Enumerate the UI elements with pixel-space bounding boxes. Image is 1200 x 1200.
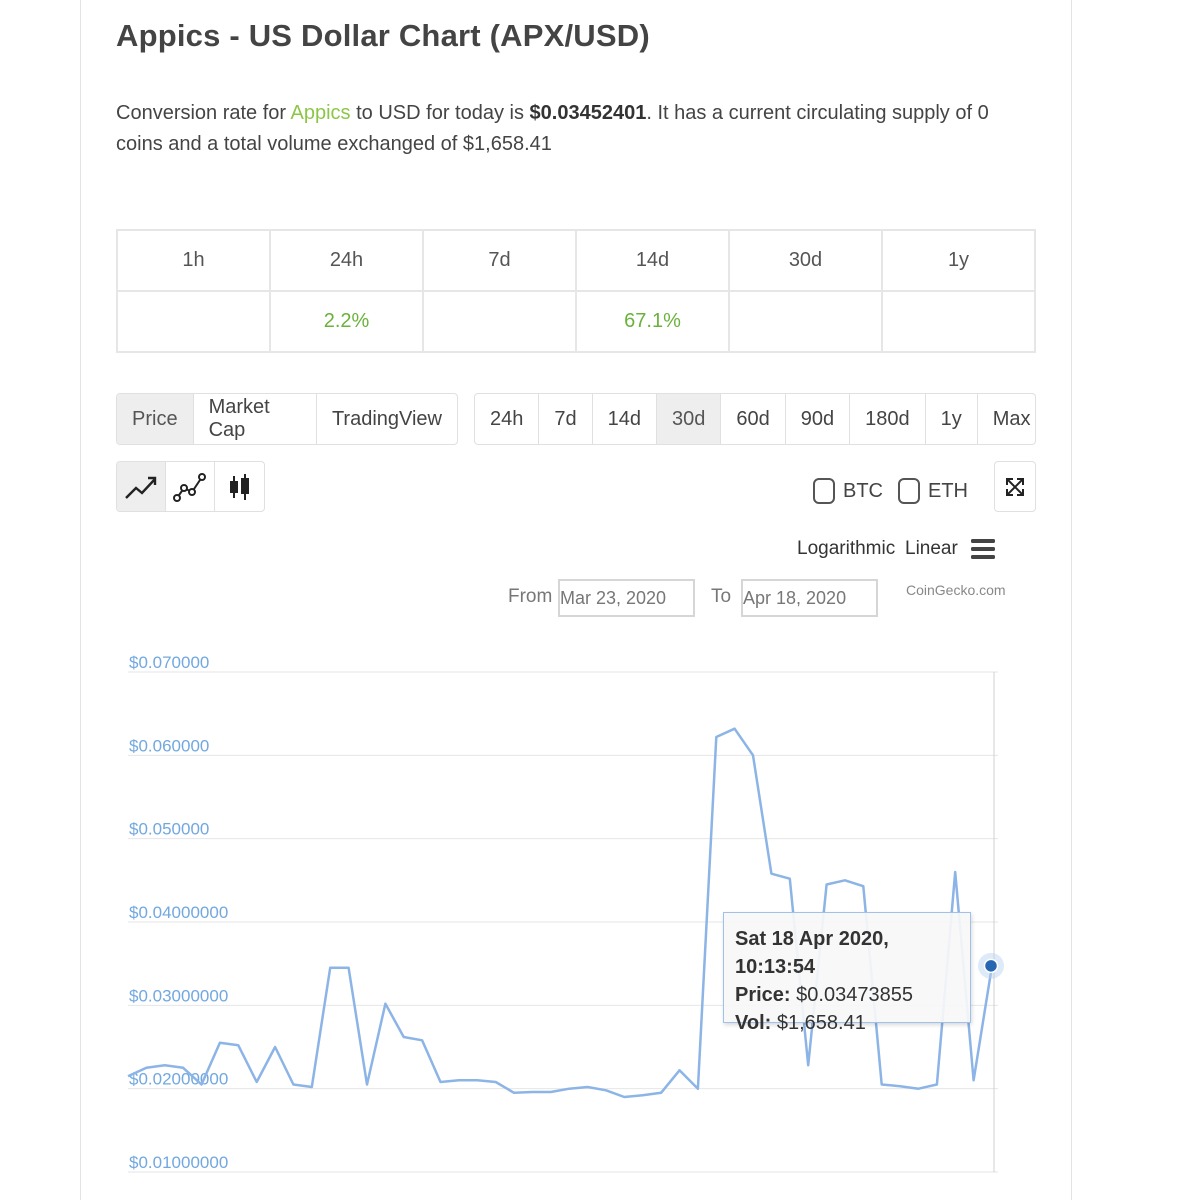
btc-checkbox[interactable] <box>813 478 835 504</box>
candlestick-icon <box>229 473 249 500</box>
y-tick-label: $0.02000000 <box>129 1070 228 1089</box>
tab-period-1y[interactable]: 1y <box>926 394 978 444</box>
y-tick-label: $0.060000 <box>129 736 209 755</box>
y-tick-label: $0.01000000 <box>129 1153 228 1172</box>
conversion-description: Conversion rate for Appics to USD for to… <box>116 102 989 155</box>
scatter-line-button[interactable] <box>166 462 215 511</box>
perf-header-1h: 1h <box>116 229 271 292</box>
y-tick-label: $0.070000 <box>129 653 209 672</box>
eth-checkbox[interactable] <box>898 478 920 504</box>
hover-point[interactable] <box>983 958 999 974</box>
expand-icon <box>1006 477 1024 496</box>
line-chart-button[interactable] <box>117 462 166 511</box>
to-date-input[interactable] <box>741 579 878 617</box>
performance-header-row: 1h 24h 7d 14d 30d 1y <box>116 229 1036 292</box>
eth-label: ETH <box>928 479 968 502</box>
period-tabs: 24h 7d 14d 30d 60d 90d 180d 1y Max <box>474 393 1036 445</box>
fullscreen-button[interactable] <box>994 461 1036 512</box>
tab-period-60d[interactable]: 60d <box>721 394 786 444</box>
tooltip-vol-label: Vol: <box>735 1012 772 1034</box>
perf-header-7d: 7d <box>422 229 577 292</box>
btc-label: BTC <box>843 479 883 502</box>
candlestick-button[interactable] <box>215 462 264 511</box>
tab-price[interactable]: Price <box>117 394 194 444</box>
tab-period-30d[interactable]: 30d <box>657 394 722 444</box>
tooltip-vol-value: $1,658.41 <box>776 1012 866 1034</box>
tab-period-max[interactable]: Max <box>978 394 1035 444</box>
from-date-input[interactable] <box>558 579 695 617</box>
tab-period-90d[interactable]: 90d <box>786 394 851 444</box>
coin-link[interactable]: Appics <box>291 102 351 124</box>
scatter-line-icon <box>173 472 206 502</box>
performance-value-row: 2.2% 67.1% <box>116 290 1036 353</box>
perf-value-7d <box>422 290 577 353</box>
tab-period-24h[interactable]: 24h <box>475 394 540 444</box>
tooltip-date: Sat 18 Apr 2020, 10:13:54 <box>735 928 889 978</box>
tooltip-price-label: Price: <box>735 984 791 1006</box>
perf-header-1y: 1y <box>881 229 1036 292</box>
perf-value-14d: 67.1% <box>575 290 730 353</box>
tab-period-7d[interactable]: 7d <box>539 394 593 444</box>
tab-tradingview[interactable]: TradingView <box>317 394 457 444</box>
linear-scale-button[interactable]: Linear <box>905 538 958 560</box>
performance-table: 1h 24h 7d 14d 30d 1y 2.2% 67.1% <box>116 229 1036 353</box>
price-chart: $0.070000 $0.060000 $0.050000 $0.04000000 $0… <box>127 653 1004 1173</box>
perf-value-1h <box>116 290 271 353</box>
perf-value-24h: 2.2% <box>269 290 424 353</box>
compare-eth[interactable]: ETH <box>898 478 968 504</box>
chart-menu-icon[interactable] <box>970 536 996 562</box>
compare-btc[interactable]: BTC <box>813 478 883 504</box>
tab-period-180d[interactable]: 180d <box>850 394 926 444</box>
y-axis-labels: $0.070000 $0.060000 $0.050000 $0.04000000 $0… <box>129 653 228 1172</box>
from-label: From <box>508 586 553 607</box>
y-tick-label: $0.03000000 <box>129 986 228 1005</box>
line-chart-icon <box>125 476 157 499</box>
chart-tooltip: Sat 18 Apr 2020, 10:13:54 Price: $0.0347… <box>723 912 971 1034</box>
tab-period-14d[interactable]: 14d <box>593 394 657 444</box>
tab-market-cap[interactable]: Market Cap <box>194 394 317 444</box>
perf-value-1y <box>881 290 1036 353</box>
page-title: Appics - US Dollar Chart (APX/USD) <box>116 18 650 53</box>
perf-header-14d: 14d <box>575 229 730 292</box>
chart-type-tabs: Price Market Cap TradingView <box>116 393 458 445</box>
y-tick-label: $0.050000 <box>129 820 209 839</box>
logarithmic-scale-button[interactable]: Logarithmic <box>797 538 895 560</box>
chart-style-toggle <box>116 461 265 512</box>
y-tick-label: $0.04000000 <box>129 903 228 922</box>
perf-value-30d <box>728 290 883 353</box>
perf-header-24h: 24h <box>269 229 424 292</box>
conversion-rate: $0.03452401 <box>529 102 647 124</box>
chart-credit: CoinGecko.com <box>906 582 1006 598</box>
perf-header-30d: 30d <box>728 229 883 292</box>
tooltip-price-value: $0.03473855 <box>796 984 913 1006</box>
to-label: To <box>711 586 732 607</box>
